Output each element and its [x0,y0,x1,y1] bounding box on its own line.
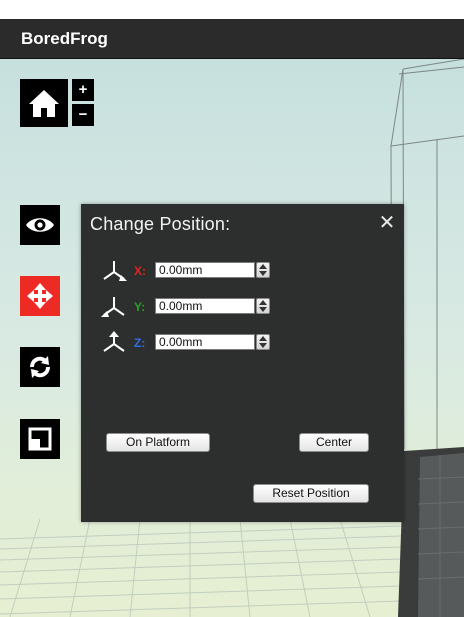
view-tool-button[interactable] [20,205,60,245]
zoom-out-button[interactable]: − [72,104,94,126]
rotate-icon [30,356,50,378]
x-axis-label: X: [134,264,146,278]
zoom-in-label: + [78,81,88,98]
zoom-in-button[interactable]: + [72,79,94,101]
axis-z-icon [103,331,125,352]
panel-title: Change Position: [90,214,231,234]
y-position-input[interactable]: 0.00mm [155,298,255,314]
home-button[interactable] [20,79,68,127]
rotate-tool-button[interactable] [20,347,60,387]
stepper-arrows-icon [259,264,267,276]
scale-tool-button[interactable] [20,419,60,459]
app-titlebar: BoredFrog [0,19,464,59]
stepper-arrows-icon [259,300,267,312]
scale-icon [28,427,52,451]
z-axis-label: Z: [134,336,146,350]
move-tool-button[interactable] [20,276,60,316]
x-position-input[interactable]: 0.00mm [155,262,255,278]
change-position-panel: Change Position: ✕ X: 0.00mm Y: 0.00mm Z… [81,204,404,522]
z-position-stepper[interactable] [256,334,270,350]
axis-x-icon [103,261,127,281]
x-position-stepper[interactable] [256,262,270,278]
reset-position-button[interactable]: Reset Position [253,484,369,503]
y-position-stepper[interactable] [256,298,270,314]
axis-y-icon [101,297,125,317]
center-button[interactable]: Center [299,433,369,452]
y-axis-label: Y: [134,300,146,314]
z-position-input[interactable]: 0.00mm [155,334,255,350]
eye-icon [26,218,54,232]
home-icon [29,90,59,117]
move-arrows-icon [27,283,53,309]
stepper-arrows-icon [259,336,267,348]
on-platform-button[interactable]: On Platform [106,433,210,452]
close-icon[interactable]: ✕ [378,213,396,233]
zoom-out-label: − [78,106,88,123]
app-title: BoredFrog [21,29,108,48]
